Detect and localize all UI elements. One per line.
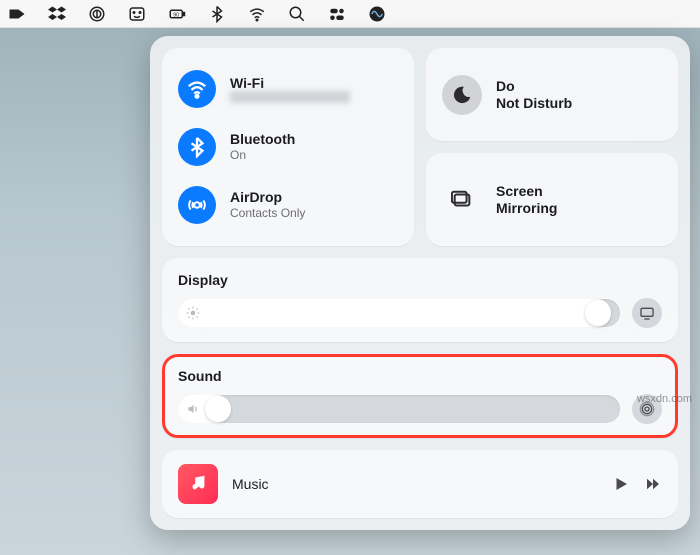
bluetooth-icon[interactable] bbox=[208, 5, 226, 23]
search-icon[interactable] bbox=[288, 5, 306, 23]
menubar: 90 bbox=[0, 0, 700, 28]
launcher-icon[interactable] bbox=[8, 5, 26, 23]
airdrop-row[interactable]: AirDrop Contacts Only bbox=[176, 176, 400, 234]
bluetooth-title: Bluetooth bbox=[230, 131, 295, 148]
music-app-icon bbox=[178, 464, 218, 504]
wifi-row[interactable]: Wi-Fi bbox=[176, 60, 400, 118]
wifi-icon bbox=[178, 70, 216, 108]
sound-card: Sound bbox=[162, 354, 678, 438]
onepassword-icon[interactable] bbox=[88, 5, 106, 23]
speaker-icon bbox=[186, 402, 200, 416]
dropbox-icon[interactable] bbox=[48, 5, 66, 23]
display-card: Display bbox=[162, 258, 678, 342]
display-title: Display bbox=[178, 272, 662, 288]
dnd-label: Do Not Disturb bbox=[496, 78, 572, 112]
brightness-slider[interactable] bbox=[178, 299, 620, 327]
airdrop-subtitle: Contacts Only bbox=[230, 206, 305, 220]
bluetooth-subtitle: On bbox=[230, 148, 295, 162]
wifi-icon[interactable] bbox=[248, 5, 266, 23]
wifi-title: Wi-Fi bbox=[230, 75, 350, 92]
moon-icon bbox=[442, 75, 482, 115]
finder-icon[interactable] bbox=[128, 5, 146, 23]
svg-text:90: 90 bbox=[173, 12, 179, 18]
fast-forward-button[interactable] bbox=[644, 475, 662, 493]
sun-icon bbox=[186, 306, 200, 320]
network-card: Wi-Fi Bluetooth On AirDrop Contacts Only bbox=[162, 48, 414, 246]
music-card[interactable]: Music bbox=[162, 450, 678, 518]
screen-mirroring-icon bbox=[442, 180, 482, 220]
wifi-subtitle bbox=[230, 91, 350, 103]
play-button[interactable] bbox=[612, 475, 630, 493]
airdrop-title: AirDrop bbox=[230, 189, 305, 206]
sound-title: Sound bbox=[178, 368, 662, 384]
siri-icon[interactable] bbox=[368, 5, 386, 23]
bluetooth-icon bbox=[178, 128, 216, 166]
battery-icon[interactable]: 90 bbox=[168, 5, 186, 23]
control-center-panel: Wi-Fi Bluetooth On AirDrop Contacts Only bbox=[150, 36, 690, 530]
display-options-button[interactable] bbox=[632, 298, 662, 328]
screen-mirroring-card[interactable]: Screen Mirroring bbox=[426, 153, 678, 246]
screen-mirroring-label: Screen Mirroring bbox=[496, 183, 557, 217]
volume-slider[interactable] bbox=[178, 395, 620, 423]
controlcenter-icon[interactable] bbox=[328, 5, 346, 23]
music-title: Music bbox=[232, 476, 598, 492]
airdrop-icon bbox=[178, 186, 216, 224]
watermark: wsxdn.com bbox=[637, 393, 692, 405]
bluetooth-row[interactable]: Bluetooth On bbox=[176, 118, 400, 176]
dnd-card[interactable]: Do Not Disturb bbox=[426, 48, 678, 141]
